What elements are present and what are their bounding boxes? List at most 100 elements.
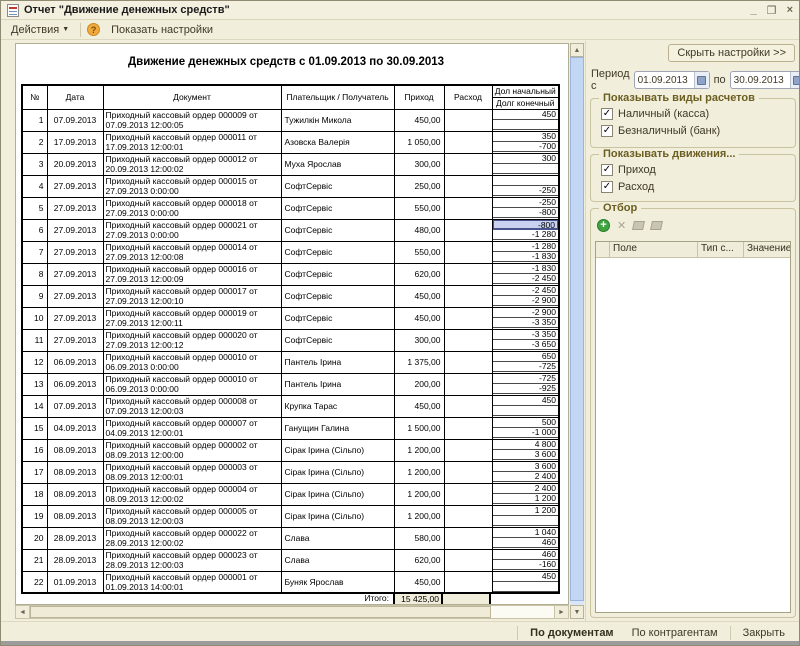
cell-num[interactable]: 11 xyxy=(22,329,47,351)
add-filter-icon[interactable]: + xyxy=(597,219,610,232)
cell-income[interactable]: 1 375,00 xyxy=(394,351,444,373)
cell-income[interactable]: 450,00 xyxy=(394,307,444,329)
maximize-button[interactable]: ❐ xyxy=(767,4,777,17)
debt-end-cell[interactable]: 460 xyxy=(492,537,559,548)
paste-filter-icon[interactable] xyxy=(650,221,663,230)
cell-expense[interactable] xyxy=(444,197,492,219)
cell-document[interactable]: Приходный кассовый ордер 000010 от06.09.… xyxy=(103,373,281,395)
cell-expense[interactable] xyxy=(444,461,492,483)
cell-income[interactable]: 300,00 xyxy=(394,153,444,175)
cell-num[interactable]: 2 xyxy=(22,131,47,153)
totals-income-cell[interactable]: 15 425,00 xyxy=(393,592,443,605)
cell-date[interactable]: 27.09.2013 xyxy=(47,263,103,285)
cell-payer[interactable]: Ганущин Галина xyxy=(281,417,394,439)
cell-num[interactable]: 7 xyxy=(22,241,47,263)
cell-payer[interactable]: Буняк Ярослав xyxy=(281,571,394,593)
cell-expense[interactable] xyxy=(444,549,492,571)
debt-end-cell[interactable]: -1 000 xyxy=(492,427,559,438)
cell-document[interactable]: Приходный кассовый ордер 000011 от17.09.… xyxy=(103,131,281,153)
cell-document[interactable]: Приходный кассовый ордер 000001 от01.09.… xyxy=(103,571,281,593)
horizontal-scroll-thumb[interactable] xyxy=(30,606,491,618)
cell-payer[interactable]: Сірак Ірина (Сільпо) xyxy=(281,505,394,527)
income-checkbox[interactable] xyxy=(601,164,613,176)
cell-num[interactable]: 13 xyxy=(22,373,47,395)
cell-num[interactable]: 8 xyxy=(22,263,47,285)
cell-income[interactable]: 1 200,00 xyxy=(394,505,444,527)
cell-document[interactable]: Приходный кассовый ордер 000015 от27.09.… xyxy=(103,175,281,197)
totals-expense-cell[interactable] xyxy=(443,592,491,605)
cell-payer[interactable]: Тужилкін Микола xyxy=(281,109,394,131)
cell-payer[interactable]: Слава xyxy=(281,549,394,571)
cell-payer[interactable]: Муха Ярослав xyxy=(281,153,394,175)
cell-date[interactable]: 07.09.2013 xyxy=(47,109,103,131)
cell-expense[interactable] xyxy=(444,329,492,351)
cell-date[interactable]: 08.09.2013 xyxy=(47,483,103,505)
cell-document[interactable]: Приходный кассовый ордер 000016 от27.09.… xyxy=(103,263,281,285)
cell-document[interactable]: Приходный кассовый ордер 000012 от20.09.… xyxy=(103,153,281,175)
cell-document[interactable]: Приходный кассовый ордер 000021 от27.09.… xyxy=(103,219,281,241)
cell-date[interactable]: 27.09.2013 xyxy=(47,175,103,197)
close-window-button[interactable]: × xyxy=(787,4,793,17)
cell-payer[interactable]: Пантель Ірина xyxy=(281,351,394,373)
actions-menu-button[interactable]: Действия ▼ xyxy=(6,22,74,38)
debt-end-cell[interactable]: -800 xyxy=(492,207,559,218)
cell-income[interactable]: 1 200,00 xyxy=(394,461,444,483)
debt-end-cell[interactable] xyxy=(492,581,559,592)
cell-num[interactable]: 6 xyxy=(22,219,47,241)
cell-expense[interactable] xyxy=(444,109,492,131)
cell-expense[interactable] xyxy=(444,505,492,527)
cell-expense[interactable] xyxy=(444,241,492,263)
cell-document[interactable]: Приходный кассовый ордер 000014 от27.09.… xyxy=(103,241,281,263)
filter-grid[interactable]: Поле Тип с... Значение xyxy=(595,241,791,613)
cell-payer[interactable]: СофтСервіс xyxy=(281,197,394,219)
cell-expense[interactable] xyxy=(444,307,492,329)
cell-num[interactable]: 3 xyxy=(22,153,47,175)
debt-end-cell[interactable]: -3 650 xyxy=(492,339,559,350)
cell-date[interactable]: 04.09.2013 xyxy=(47,417,103,439)
cell-payer[interactable]: Сірак Ірина (Сільпо) xyxy=(281,461,394,483)
cell-income[interactable]: 480,00 xyxy=(394,219,444,241)
cell-expense[interactable] xyxy=(444,351,492,373)
checkbox-row-noncash[interactable]: Безналичный (банк) xyxy=(601,125,795,137)
cell-income[interactable]: 300,00 xyxy=(394,329,444,351)
cell-num[interactable]: 21 xyxy=(22,549,47,571)
cell-expense[interactable] xyxy=(444,175,492,197)
by-contractors-button[interactable]: По контрагентам xyxy=(626,625,724,641)
cell-payer[interactable]: СофтСервіс xyxy=(281,219,394,241)
debt-end-cell[interactable]: -1 830 xyxy=(492,251,559,262)
cell-income[interactable]: 250,00 xyxy=(394,175,444,197)
calendar-icon[interactable] xyxy=(790,72,800,88)
cell-document[interactable]: Приходный кассовый ордер 000017 от27.09.… xyxy=(103,285,281,307)
debt-end-cell[interactable] xyxy=(492,405,559,416)
cell-date[interactable]: 20.09.2013 xyxy=(47,153,103,175)
cell-document[interactable]: Приходный кассовый ордер 000002 от08.09.… xyxy=(103,439,281,461)
cell-num[interactable]: 1 xyxy=(22,109,47,131)
help-icon[interactable]: ? xyxy=(87,23,100,36)
cell-income[interactable]: 450,00 xyxy=(394,571,444,593)
by-documents-button[interactable]: По документам xyxy=(524,625,619,641)
cell-document[interactable]: Приходный кассовый ордер 000020 от27.09.… xyxy=(103,329,281,351)
cell-document[interactable]: Приходный кассовый ордер 000022 от28.09.… xyxy=(103,527,281,549)
cell-expense[interactable] xyxy=(444,417,492,439)
cell-income[interactable]: 1 050,00 xyxy=(394,131,444,153)
cell-expense[interactable] xyxy=(444,527,492,549)
debt-end-cell[interactable]: 1 200 xyxy=(492,493,559,504)
cell-income[interactable]: 1 500,00 xyxy=(394,417,444,439)
cell-date[interactable]: 08.09.2013 xyxy=(47,461,103,483)
cell-income[interactable]: 1 200,00 xyxy=(394,439,444,461)
cell-date[interactable]: 17.09.2013 xyxy=(47,131,103,153)
cell-payer[interactable]: Сірак Ірина (Сільпо) xyxy=(281,439,394,461)
scroll-down-icon[interactable]: ▼ xyxy=(570,605,584,619)
cell-payer[interactable]: СофтСервіс xyxy=(281,175,394,197)
cell-date[interactable]: 27.09.2013 xyxy=(47,241,103,263)
minimize-button[interactable]: _ xyxy=(751,4,757,17)
checkbox-row-cash[interactable]: Наличный (касса) xyxy=(601,108,795,120)
cell-income[interactable]: 450,00 xyxy=(394,109,444,131)
debt-end-cell[interactable]: -700 xyxy=(492,141,559,152)
cell-expense[interactable] xyxy=(444,153,492,175)
cell-expense[interactable] xyxy=(444,219,492,241)
cell-payer[interactable]: Пантель Ірина xyxy=(281,373,394,395)
close-button[interactable]: Закрыть xyxy=(737,625,791,641)
cell-num[interactable]: 14 xyxy=(22,395,47,417)
cell-payer[interactable]: СофтСервіс xyxy=(281,241,394,263)
